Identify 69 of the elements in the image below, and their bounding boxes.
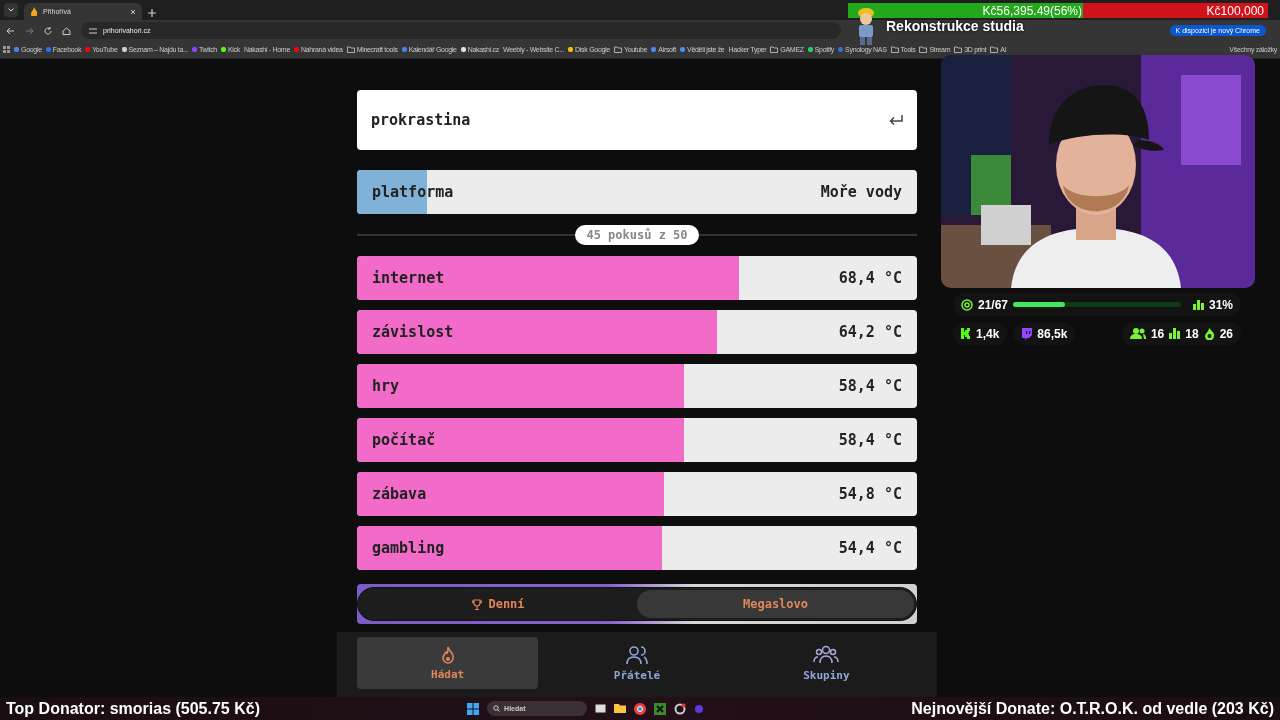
trophy-icon: [472, 598, 483, 610]
goal-title: Rekonstrukce studia: [886, 18, 1024, 34]
guess-word: internet: [372, 269, 445, 287]
bars-count: 18: [1185, 326, 1199, 341]
app-icon[interactable]: [694, 703, 705, 714]
apps-icon[interactable]: [3, 46, 10, 53]
forward-icon[interactable]: [25, 26, 34, 35]
latest-donate: Nejnovější Donate: O.T.R.O.K. od vedle (203 Kč): [911, 699, 1274, 718]
new-tab-icon[interactable]: [148, 9, 156, 17]
progress-count: 21/67: [978, 297, 1009, 312]
back-icon[interactable]: [6, 26, 15, 35]
flame-icon: [30, 7, 38, 16]
start-icon[interactable]: [467, 702, 480, 715]
chat-bubble-icon: [1021, 327, 1033, 340]
guess-word: zábava: [372, 485, 427, 503]
users-icon: [625, 644, 649, 665]
folder-icon: [990, 46, 999, 53]
nav-tab[interactable]: Přátelé: [546, 637, 728, 689]
goal-raised: Kč56,395.49(56%): [982, 3, 1082, 18]
attempts-counter: 45 pokusů z 50: [575, 225, 699, 245]
folder-icon: [954, 46, 963, 53]
reload-icon[interactable]: [44, 26, 52, 35]
browser-icon[interactable]: [634, 702, 647, 715]
users-icon: [1129, 328, 1146, 339]
temperature: 64,2 °C: [838, 323, 902, 341]
guess-word: hry: [372, 377, 400, 395]
block-icon[interactable]: [654, 702, 667, 715]
temperature: 54,8 °C: [838, 485, 902, 503]
mode-tab[interactable]: Megaslovo: [637, 590, 914, 618]
hint-temperature: Moře vody: [820, 183, 902, 201]
top-donator: Top Donator: smorias (505.75 Kč): [6, 699, 260, 718]
progress-percent: 31%: [1208, 297, 1233, 312]
temperature: 54,4 °C: [838, 539, 902, 557]
guess-word: počítač: [372, 431, 436, 449]
bar-chart-icon: [1192, 299, 1204, 310]
nav-tab[interactable]: Skupiny: [735, 637, 917, 689]
k-logo-icon: [961, 328, 971, 339]
caret-icon: [8, 8, 14, 12]
nav-tab[interactable]: Hádat: [357, 637, 539, 689]
kick-followers: 1,4k: [976, 326, 1000, 341]
temperature: 68,4 °C: [838, 269, 902, 287]
flame-icon: [440, 645, 455, 664]
folder-icon: [919, 46, 928, 53]
folder-icon: [890, 46, 899, 53]
close-icon[interactable]: [130, 8, 136, 15]
flame-icon: [1203, 327, 1215, 340]
guess-input-field[interactable]: prokrastina: [357, 90, 917, 150]
followers-count: 16: [1150, 326, 1165, 341]
enter-icon[interactable]: [889, 114, 903, 126]
guess-word: gambling: [372, 539, 445, 557]
folder-icon: [346, 46, 355, 53]
folder-icon: [770, 46, 779, 53]
folder-icon[interactable]: [614, 703, 627, 714]
temperature: 58,4 °C: [838, 377, 902, 395]
home-icon[interactable]: [62, 26, 71, 35]
subs-count: 26: [1219, 326, 1233, 341]
bar-chart-icon: [1169, 328, 1181, 339]
tab-list-button[interactable]: [4, 3, 18, 17]
folder-icon: [613, 46, 622, 53]
group-icon: [813, 644, 840, 665]
goal-target: Kč100,000: [1206, 3, 1264, 18]
site-settings-icon[interactable]: [89, 27, 97, 34]
mode-tab[interactable]: Denní: [360, 590, 637, 618]
temperature: 58,4 °C: [838, 431, 902, 449]
search-icon: [493, 705, 501, 712]
guess-word: závislost: [372, 323, 454, 341]
target-icon: [961, 298, 973, 311]
window-icon[interactable]: [595, 703, 607, 714]
twitch-followers: 86,5k: [1037, 326, 1068, 341]
